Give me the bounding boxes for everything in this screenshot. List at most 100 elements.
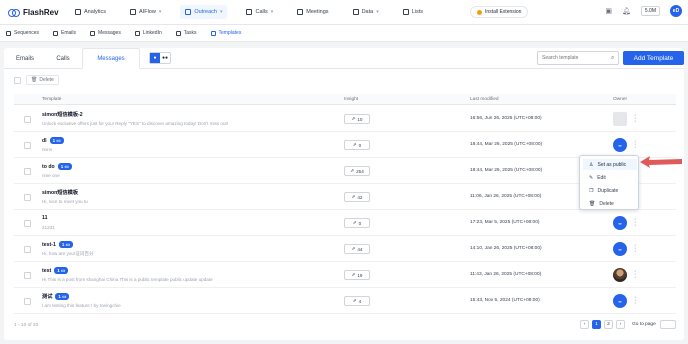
tab-messages[interactable]: Messages bbox=[82, 48, 140, 69]
goto-page-input[interactable] bbox=[660, 320, 676, 329]
template-name[interactable]: simon短信模板-2 bbox=[42, 111, 83, 118]
install-extension-button[interactable]: Install Extension bbox=[470, 6, 529, 18]
menu-duplicate[interactable]: ❐ Duplicate bbox=[583, 185, 637, 196]
insight-badge[interactable]: ⇗ 0 bbox=[344, 218, 370, 228]
subnav-item-templates[interactable]: Templates bbox=[210, 25, 241, 42]
chart-icon bbox=[75, 9, 81, 15]
nav-item-data[interactable]: Data ▾ bbox=[348, 5, 384, 19]
more-options-icon[interactable]: ··· bbox=[634, 216, 636, 229]
tab-calls[interactable]: Calls bbox=[52, 48, 74, 69]
page-2-button[interactable]: 2 bbox=[604, 320, 613, 329]
template-name[interactable]: 11 bbox=[42, 215, 47, 221]
prev-page-button[interactable]: ‹ bbox=[580, 320, 589, 329]
menu-edit[interactable]: ✎ Edit bbox=[583, 172, 637, 183]
share-icon: ⇗ bbox=[351, 194, 356, 199]
page-1-button[interactable]: 1 bbox=[592, 320, 601, 329]
user-avatar[interactable]: eD bbox=[670, 5, 682, 17]
subnav-item-emails[interactable]: Emails bbox=[53, 25, 76, 42]
table-row[interactable]: test-1 1 ▭ Hi, how are you!证词百分 ⇗ 44 14:… bbox=[14, 236, 676, 262]
chat-icon[interactable]: ▣ bbox=[605, 7, 612, 15]
nav-item-outreach[interactable]: Outreach ▾ bbox=[180, 5, 228, 19]
edit-icon: ✎ bbox=[589, 174, 594, 181]
insight-badge[interactable]: ⇗ 19 bbox=[344, 270, 370, 280]
template-name[interactable]: to do 1 ▭ bbox=[42, 163, 72, 170]
insight-badge[interactable]: ⇗ 44 bbox=[344, 244, 370, 254]
row-checkbox[interactable] bbox=[24, 194, 31, 201]
share-icon: ⇗ bbox=[352, 220, 357, 225]
subnav-item-messages[interactable]: Messages bbox=[90, 25, 121, 42]
add-template-button[interactable]: Add Template bbox=[623, 51, 684, 65]
nav-item-lists[interactable]: Lists bbox=[398, 5, 428, 19]
bell-icon[interactable]: 🔔︎ bbox=[622, 7, 631, 15]
app-logo[interactable]: FlashRev bbox=[8, 8, 70, 17]
last-modified: 18:44, Mar 26, 2025 (UTC+08:00) bbox=[470, 142, 543, 147]
subnav-label: Tasks bbox=[183, 30, 197, 36]
database-icon bbox=[352, 9, 359, 15]
insight-badge[interactable]: ⇗ 4 bbox=[344, 296, 370, 306]
table-row[interactable]: 11 21231 ⇗ 0 17:23, Mar 5, 2025 (UTC+08:… bbox=[14, 210, 676, 236]
phone-icon bbox=[246, 9, 253, 15]
nav-label: Analytics bbox=[84, 9, 107, 15]
subnav-item-tasks[interactable]: Tasks bbox=[175, 25, 197, 42]
tab-emails[interactable]: Emails bbox=[14, 48, 36, 69]
credit-balance[interactable]: 5.0M bbox=[640, 6, 660, 16]
delete-label: Delete bbox=[39, 77, 54, 83]
nav-label: Data bbox=[361, 9, 374, 15]
more-options-icon[interactable]: ··· bbox=[634, 242, 636, 255]
person-icon[interactable]: ● bbox=[150, 53, 160, 63]
table-row[interactable]: simon短信模板 Hi, nice to meet you tu ⇗ 42 1… bbox=[14, 184, 676, 210]
table-row[interactable]: simon短信模板-2 Unlock exclusive offers just… bbox=[14, 106, 676, 132]
more-options-icon[interactable]: ··· bbox=[634, 112, 636, 125]
insight-badge[interactable]: ⇗ 254 bbox=[344, 166, 370, 176]
row-checkbox[interactable] bbox=[24, 272, 31, 279]
nav-label: Lists bbox=[411, 9, 424, 15]
row-checkbox[interactable] bbox=[24, 142, 31, 149]
subnav-item-sequences[interactable]: Sequences bbox=[6, 25, 39, 42]
insight-count: 19 bbox=[357, 272, 363, 278]
top-navbar: FlashRev Analytics AIFlow ▾ Outreach ▾ Cal… bbox=[0, 0, 688, 25]
trash-icon: 🗑︎ bbox=[589, 200, 596, 207]
template-name[interactable]: dl 1 ▭ bbox=[42, 137, 64, 144]
table-row[interactable]: dl 1 ▭ nnnn ⇗ 0 18:44, Mar 26, 2025 (UTC… bbox=[14, 132, 676, 158]
table-row[interactable]: 测试 1 ▭ I am testing this feature ! by to… bbox=[14, 288, 676, 314]
nav-item-analytics[interactable]: Analytics bbox=[70, 5, 111, 19]
people-icon[interactable]: ●● bbox=[160, 53, 170, 63]
insight-count: 0 bbox=[358, 142, 362, 148]
chrome-icon bbox=[477, 9, 483, 15]
delete-button[interactable]: 🗑︎ Delete bbox=[26, 75, 59, 85]
row-checkbox[interactable] bbox=[24, 168, 31, 175]
row-checkbox[interactable] bbox=[24, 116, 31, 123]
search-input[interactable] bbox=[537, 51, 619, 65]
table-row[interactable]: test 1 ▭ Hi This is a post from shanghai… bbox=[14, 262, 676, 288]
template-name[interactable]: 测试 1 ▭ bbox=[42, 293, 70, 300]
next-page-button[interactable]: › bbox=[616, 320, 625, 329]
template-name-text: test-1 bbox=[42, 241, 56, 248]
template-name[interactable]: test-1 1 ▭ bbox=[42, 241, 73, 248]
more-options-icon[interactable]: ··· bbox=[634, 138, 636, 151]
bulk-toolbar: 🗑︎ Delete bbox=[14, 75, 59, 85]
nav-item-aiflow[interactable]: AIFlow ▾ bbox=[125, 5, 166, 19]
template-name[interactable]: simon短信模板 bbox=[42, 189, 78, 196]
row-checkbox[interactable] bbox=[24, 298, 31, 305]
insight-count: 10 bbox=[357, 116, 363, 122]
last-modified: 15:43, Nov 5, 2024 (UTC+08:00) bbox=[470, 298, 540, 303]
menu-delete[interactable]: 🗑︎ Delete bbox=[583, 198, 637, 209]
share-icon: ⇗ bbox=[352, 142, 357, 147]
insight-badge[interactable]: ⇗ 42 bbox=[344, 192, 370, 202]
more-options-icon[interactable]: ··· bbox=[634, 268, 636, 281]
select-all-checkbox[interactable] bbox=[14, 76, 21, 84]
row-checkbox[interactable] bbox=[24, 220, 31, 227]
chevron-down-icon: ▾ bbox=[376, 9, 379, 15]
insight-badge[interactable]: ⇗ 0 bbox=[344, 140, 370, 150]
insight-badge[interactable]: ⇗ 10 bbox=[344, 114, 370, 124]
subnav-item-linkedin[interactable]: LinkedIn bbox=[134, 25, 162, 42]
table-row[interactable]: to do 1 ▭ nine one ⇗ 254 18:44, Mar 26, … bbox=[14, 158, 676, 184]
search-icon[interactable]: ⌕ bbox=[611, 55, 614, 62]
menu-set-as-public[interactable]: ♙ Set as public bbox=[583, 159, 637, 170]
nav-item-calls[interactable]: Calls ▾ bbox=[241, 5, 278, 19]
send-icon bbox=[185, 9, 192, 15]
row-checkbox[interactable] bbox=[24, 246, 31, 253]
template-name[interactable]: test 1 ▭ bbox=[42, 267, 69, 274]
more-options-icon[interactable]: ··· bbox=[634, 294, 636, 307]
nav-item-meetings[interactable]: Meetings bbox=[292, 5, 333, 19]
